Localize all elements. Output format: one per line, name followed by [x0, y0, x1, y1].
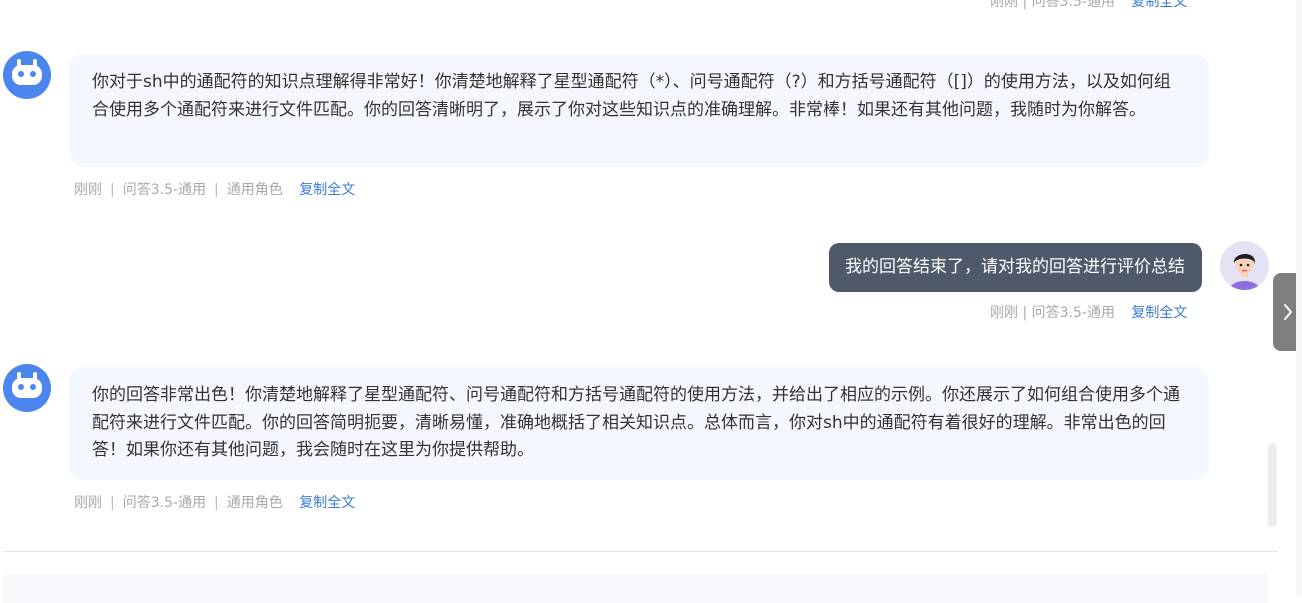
meta-model: 问答3.5-通用	[122, 182, 207, 198]
message-input-area[interactable]	[3, 573, 1268, 603]
meta-model: 问答3.5-通用	[122, 495, 207, 511]
meta-time: 刚刚	[990, 305, 1018, 321]
user-avatar-icon	[1220, 241, 1269, 290]
copy-all-link[interactable]: 复制全文	[299, 495, 355, 511]
user-message-text: 我的回答结束了，请对我的回答进行评价总结	[845, 257, 1185, 277]
message-meta-top: 刚刚 | 问答3.5-通用 复制全文	[990, 0, 1187, 11]
assistant-message-bubble: 你的回答非常出色！你清楚地解释了星型通配符、问号通配符和方括号通配符的使用方法，…	[69, 367, 1209, 480]
right-edge-panel	[1296, 0, 1302, 597]
meta-time: 刚刚	[74, 495, 102, 511]
assistant-message-meta: 刚刚 | 问答3.5-通用 | 通用角色 复制全文	[74, 182, 356, 198]
meta-time: 刚刚	[990, 0, 1018, 10]
meta-separator: |	[1022, 305, 1032, 321]
meta-model: 问答3.5-通用	[1031, 0, 1115, 10]
meta-separator: |	[1022, 0, 1032, 10]
chevron-right-icon	[1283, 304, 1292, 320]
assistant-message-meta: 刚刚 | 问答3.5-通用 | 通用角色 复制全文	[74, 495, 356, 511]
user-message-bubble: 我的回答结束了，请对我的回答进行评价总结	[829, 243, 1202, 292]
divider	[3, 551, 1278, 552]
meta-role: 通用角色	[226, 495, 283, 511]
meta-time: 刚刚	[74, 182, 102, 198]
user-message-meta: 刚刚 | 问答3.5-通用 复制全文	[990, 302, 1187, 322]
meta-role: 通用角色	[226, 182, 283, 198]
copy-all-link[interactable]: 复制全文	[1131, 305, 1187, 321]
meta-model: 问答3.5-通用	[1031, 305, 1115, 321]
robot-icon	[3, 364, 51, 412]
assistant-message-text: 你的回答非常出色！你清楚地解释了星型通配符、问号通配符和方括号通配符的使用方法，…	[92, 385, 1180, 460]
robot-icon	[3, 51, 51, 99]
copy-all-link[interactable]: 复制全文	[1131, 0, 1187, 10]
assistant-message-text: 你对于sh中的通配符的知识点理解得非常好！你清楚地解释了星型通配符（*）、问号通…	[92, 72, 1171, 120]
copy-all-link[interactable]: 复制全文	[299, 182, 355, 198]
scrollbar-thumb[interactable]	[1268, 443, 1277, 527]
assistant-message-bubble: 你对于sh中的通配符的知识点理解得非常好！你清楚地解释了星型通配符（*）、问号通…	[69, 54, 1209, 167]
